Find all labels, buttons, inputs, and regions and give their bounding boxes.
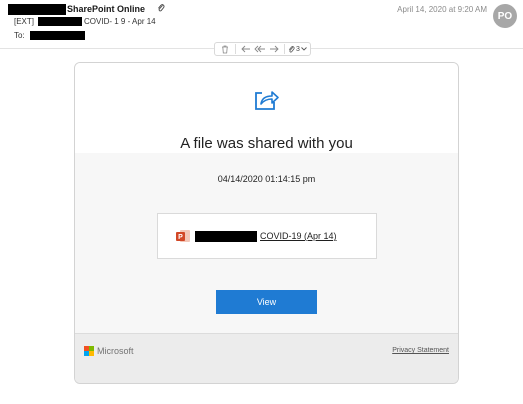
- reply-button[interactable]: [239, 43, 253, 55]
- email-window: SharePoint Online [EXT] COVID- 1 9 - Apr…: [0, 0, 523, 404]
- reply-icon: [241, 45, 250, 53]
- card-title: A file was shared with you: [180, 135, 353, 152]
- toolbar-separator: [235, 44, 236, 54]
- privacy-statement-link[interactable]: Privacy Statement: [392, 347, 449, 354]
- shared-date: 04/14/2020 01:14:15 pm: [217, 174, 316, 184]
- file-name-link[interactable]: COVID-19 (Apr 14): [260, 231, 337, 241]
- sender-name[interactable]: SharePoint Online: [67, 4, 145, 14]
- attachments-button[interactable]: 3: [288, 43, 307, 55]
- subject-row: [EXT] COVID- 1 9 - Apr 14: [8, 17, 156, 26]
- trash-icon: [222, 45, 228, 53]
- share-notification-card: A file was shared with you 04/14/2020 01…: [74, 62, 459, 384]
- microsoft-logo: Microsoft: [84, 346, 134, 356]
- forward-button[interactable]: [267, 43, 281, 55]
- subject-prefix: [EXT]: [14, 17, 35, 26]
- redacted-filename: [195, 230, 257, 242]
- view-button[interactable]: View: [216, 290, 317, 314]
- paperclip-icon: [157, 3, 165, 15]
- microsoft-wordmark: Microsoft: [97, 346, 134, 356]
- microsoft-logo-icon: [84, 346, 94, 356]
- subject-text: COVID- 1 9 - Apr 14: [84, 17, 156, 26]
- paperclip-icon: [288, 45, 295, 52]
- reply-all-button[interactable]: [253, 43, 267, 55]
- chevron-down-icon: [301, 47, 307, 51]
- svg-text:P: P: [178, 234, 183, 241]
- to-row: To:: [8, 31, 85, 40]
- powerpoint-icon: P: [176, 230, 190, 242]
- share-icon: [253, 87, 279, 116]
- card-footer: [75, 333, 458, 383]
- message-toolbar: 3: [214, 42, 311, 56]
- attachment-count: 3: [296, 45, 300, 53]
- toolbar-separator: [284, 44, 285, 54]
- redacted-subject: [38, 17, 83, 26]
- trash-button[interactable]: [218, 43, 232, 55]
- avatar[interactable]: PO: [493, 4, 517, 28]
- redacted-recipient: [29, 31, 85, 40]
- redacted-sender: [8, 3, 66, 15]
- shared-file-item[interactable]: P COVID-19 (Apr 14): [157, 213, 377, 259]
- email-date: April 14, 2020 at 9:20 AM: [397, 5, 487, 14]
- forward-icon: [270, 45, 279, 53]
- sender-row: SharePoint Online: [8, 3, 165, 15]
- reply-all-icon: [254, 45, 265, 53]
- to-label: To:: [14, 31, 25, 40]
